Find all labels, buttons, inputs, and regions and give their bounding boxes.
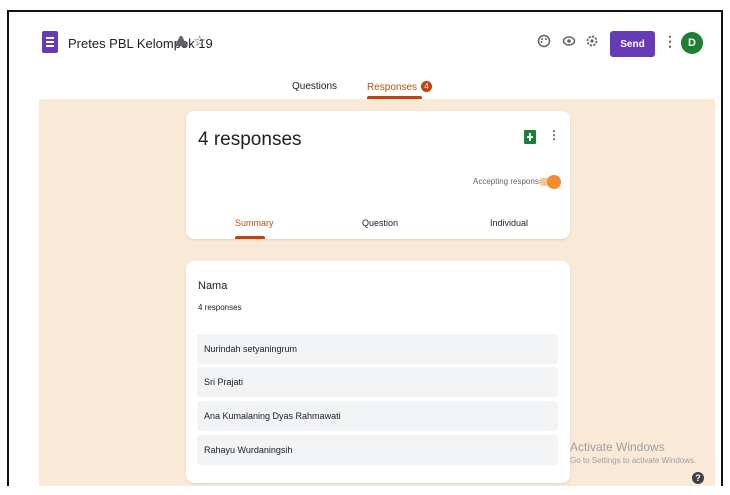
main-tabs: Questions Responses 4 [9,81,721,99]
activate-windows-watermark: Activate Windows Go to Settings to activ… [570,440,696,465]
subtab-individual[interactable]: Individual [490,218,528,228]
tab-responses-label: Responses [367,82,418,93]
question-summary-card: Nama 4 responses Nurindah setyaningrum S… [186,261,570,483]
tab-responses[interactable]: Responses 4 [367,81,433,93]
move-to-folder-icon[interactable] [174,34,188,52]
avatar[interactable]: D [681,32,703,54]
more-vert-icon[interactable]: ⋮ [548,128,560,142]
top-header: Pretes PBL Kelompok 19 ☆ Send ⋮ D [9,12,721,76]
responses-summary-card: 4 responses ⋮ Accepting responses Summar… [186,111,570,239]
help-icon[interactable]: ? [692,472,704,484]
list-item: Sri Prajati [197,367,558,397]
question-title: Nama [198,280,228,292]
list-item: Rahayu Wurdaningsih [197,435,558,465]
response-count: 4 responses [198,129,302,150]
tab-questions[interactable]: Questions [292,81,337,92]
subtab-summary[interactable]: Summary [235,218,274,228]
sheets-icon[interactable] [524,130,536,144]
app-window: Pretes PBL Kelompok 19 ☆ Send ⋮ D Questi… [7,10,723,486]
star-icon[interactable]: ☆ [193,34,206,50]
responses-content: 4 responses ⋮ Accepting responses Summar… [39,99,715,486]
responses-count-badge: 4 [421,81,433,92]
document-title[interactable]: Pretes PBL Kelompok 19 [68,36,213,51]
send-button[interactable]: Send [610,31,655,57]
watermark-line-1: Activate Windows [570,440,665,454]
preview-icon[interactable] [562,34,576,52]
more-vert-icon[interactable]: ⋮ [663,33,677,50]
subtab-question[interactable]: Question [362,218,398,228]
settings-icon[interactable] [585,34,599,52]
accepting-responses-label: Accepting responses [473,177,548,186]
forms-logo-icon[interactable] [42,31,58,53]
subtab-indicator [235,236,265,239]
watermark-line-2: Go to Settings to activate Windows. [570,456,697,465]
question-response-count: 4 responses [198,303,242,312]
palette-icon[interactable] [537,34,551,52]
list-item: Nurindah setyaningrum [197,334,558,364]
accepting-responses-toggle[interactable] [539,175,561,189]
list-item: Ana Kumalaning Dyas Rahmawati [197,401,558,431]
